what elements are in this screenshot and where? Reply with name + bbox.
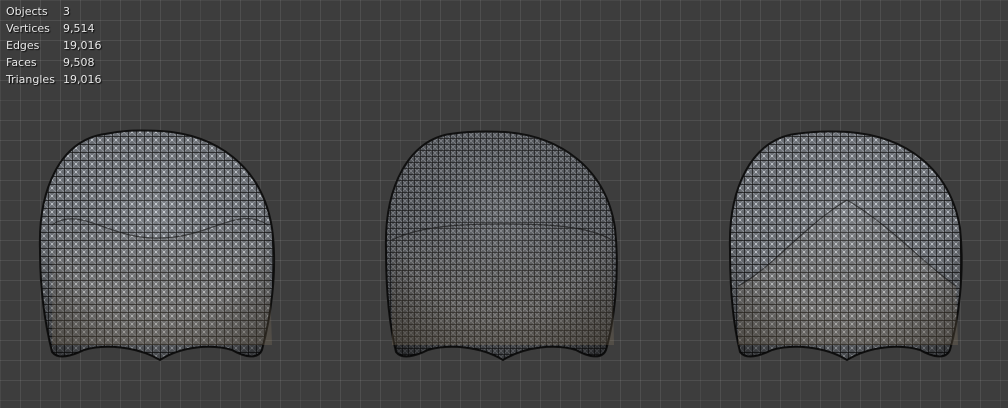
3d-viewport[interactable]: Objects 3 Vertices 9,514 Edges 19,016 Fa… [0,0,1008,408]
stat-value: 19,016 [63,39,102,52]
helmet-shell-3[interactable] [728,130,963,362]
stat-value: 19,016 [63,73,102,86]
scene-statistics-overlay: Objects 3 Vertices 9,514 Edges 19,016 Fa… [6,3,102,88]
stat-value: 9,508 [63,56,95,69]
stat-row-triangles: Triangles 19,016 [6,71,102,88]
stat-label: Edges [6,39,40,52]
stat-row-objects: Objects 3 [6,3,102,20]
stat-label: Triangles [6,73,55,86]
stat-row-edges: Edges 19,016 [6,37,102,54]
stat-value: 3 [63,5,70,18]
stat-value: 9,514 [63,22,95,35]
stat-label: Objects [6,5,48,18]
stat-row-vertices: Vertices 9,514 [6,20,102,37]
stat-label: Faces [6,56,37,69]
stat-row-faces: Faces 9,508 [6,54,102,71]
helmet-shell-1[interactable] [38,129,276,362]
mesh-objects-layer [38,129,963,362]
helmet-shell-2[interactable] [384,130,618,362]
stat-label: Vertices [6,22,50,35]
